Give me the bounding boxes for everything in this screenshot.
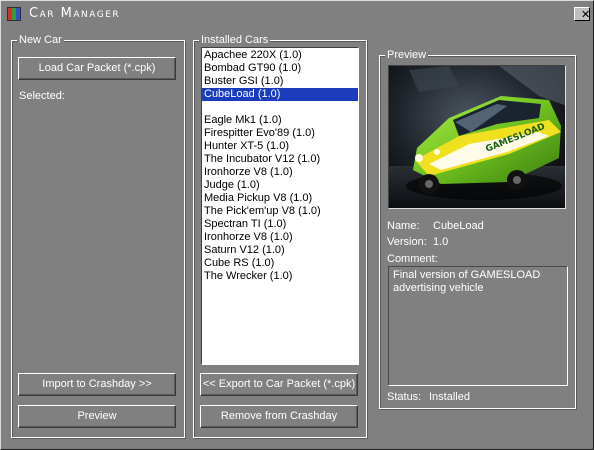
comment-label: Comment: [387, 253, 438, 265]
load-car-packet-button[interactable]: Load Car Packet (*.cpk) [18, 57, 176, 80]
car-list-item[interactable]: Bombad GT90 (1.0) [202, 62, 358, 75]
car-list-item[interactable]: The Pick'em'up V8 (1.0) [202, 205, 358, 218]
window-title: Car Manager [29, 6, 121, 21]
new-car-group-label: New Car [17, 33, 64, 47]
car-list-item[interactable]: Apachee 220X (1.0) [202, 49, 358, 62]
car-list-item[interactable]: Spectran TI (1.0) [202, 218, 358, 231]
title-bar: Car Manager ✕ [3, 3, 591, 23]
preview-button[interactable]: Preview [18, 405, 176, 428]
name-label: Name: [387, 220, 420, 232]
comment-box: Final version of GAMESLOAD advertising v… [388, 266, 568, 386]
car-list-item[interactable]: Ironhorze V8 (1.0) [202, 166, 358, 179]
remove-from-crashday-button[interactable]: Remove from Crashday [200, 405, 358, 428]
car-list-item[interactable]: Judge (1.0) [202, 179, 358, 192]
installed-cars-group-label: Installed Cars [199, 33, 271, 47]
car-list-item[interactable]: Hunter XT-5 (1.0) [202, 140, 358, 153]
car-preview-image: GAMESLOAD [388, 65, 566, 209]
car-list-item[interactable]: Ironhorze V8 (1.0) [202, 231, 358, 244]
car-manager-window: Car Manager ✕ New Car Load Car Packet (*… [0, 0, 594, 450]
status-label: Status: [387, 391, 422, 403]
name-value: CubeLoad [433, 220, 484, 232]
import-to-crashday-button[interactable]: Import to Crashday >> [18, 373, 176, 396]
app-icon [7, 7, 21, 21]
car-list-item[interactable]: Buster GSI (1.0) [202, 75, 358, 88]
car-list-item[interactable] [202, 101, 358, 114]
installed-cars-list[interactable]: Apachee 220X (1.0) Bombad GT90 (1.0) Buste… [201, 47, 359, 365]
version-value: 1.0 [433, 236, 449, 248]
export-to-car-packet-button[interactable]: << Export to Car Packet (*.cpk) [200, 373, 358, 396]
car-list-item[interactable]: CubeLoad (1.0) [202, 88, 358, 101]
car-list-item[interactable]: The Incubator V12 (1.0) [202, 153, 358, 166]
version-label: Version: [387, 236, 427, 248]
car-list-item[interactable]: The Wrecker (1.0) [202, 270, 358, 283]
car-list-item[interactable]: Media Pickup V8 (1.0) [202, 192, 358, 205]
car-list-item[interactable]: Cube RS (1.0) [202, 257, 358, 270]
preview-group-label: Preview [385, 48, 429, 62]
status-value: Installed [429, 391, 470, 403]
close-button[interactable]: ✕ [574, 7, 590, 21]
car-list-item[interactable]: Firespitter Evo'89 (1.0) [202, 127, 358, 140]
selected-label: Selected: [19, 90, 65, 102]
car-list-item[interactable]: Eagle Mk1 (1.0) [202, 114, 358, 127]
car-list-item[interactable]: Saturn V12 (1.0) [202, 244, 358, 257]
